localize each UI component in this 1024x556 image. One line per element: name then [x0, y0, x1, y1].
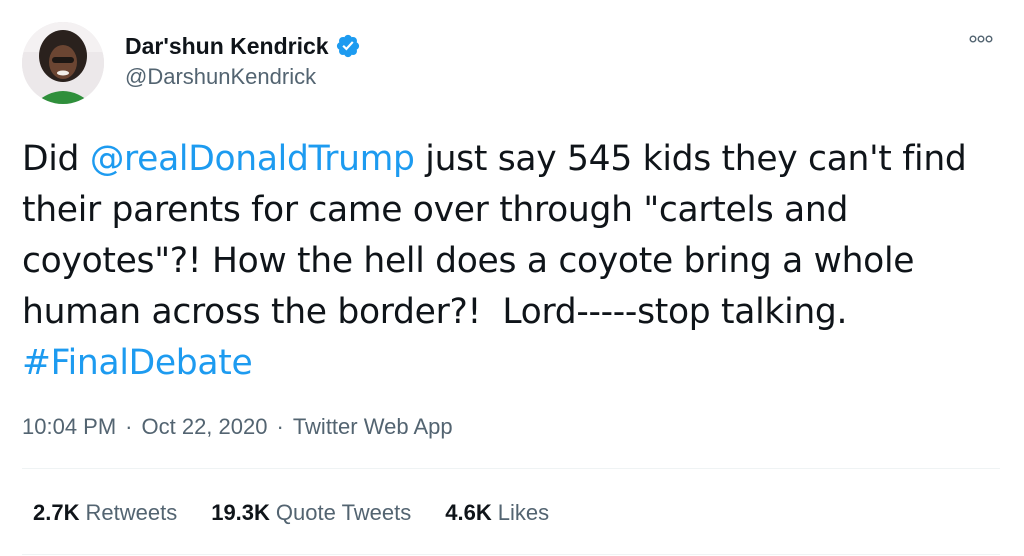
avatar-photo	[22, 22, 104, 104]
tweet-header: Dar'shun Kendrick @DarshunKendrick	[22, 22, 1000, 106]
more-icon[interactable]	[964, 26, 998, 52]
tweet-text-segment: Did	[22, 139, 90, 179]
tweet-date[interactable]: Oct 22, 2020	[142, 412, 268, 442]
mention-link[interactable]: @realDonaldTrump	[90, 139, 415, 179]
tweet-text: Did @realDonaldTrump just say 545 kids t…	[22, 134, 1000, 389]
meta-separator: ·	[276, 414, 284, 439]
likes-label: Likes	[497, 500, 550, 525]
retweets-count: 2.7K	[33, 500, 80, 525]
author-names: Dar'shun Kendrick @DarshunKendrick	[125, 32, 361, 92]
meta-separator: ·	[125, 414, 133, 439]
likes-count: 4.6K	[445, 500, 492, 525]
tweet-stats: 2.7K Retweets 19.3K Quote Tweets 4.6K Likes	[33, 498, 549, 528]
quote-tweets-label: Quote Tweets	[275, 500, 412, 525]
avatar[interactable]	[22, 22, 104, 104]
hashtag-link[interactable]: #FinalDebate	[22, 343, 253, 383]
divider	[22, 468, 1000, 469]
author-handle[interactable]: @DarshunKendrick	[125, 62, 361, 92]
tweet-meta: 10:04 PM · Oct 22, 2020 · Twitter Web Ap…	[22, 412, 453, 442]
tweet-time[interactable]: 10:04 PM	[22, 412, 116, 442]
retweets-stat[interactable]: 2.7K Retweets	[33, 498, 177, 528]
verified-badge-icon	[335, 33, 361, 59]
retweets-label: Retweets	[85, 500, 178, 525]
divider	[22, 554, 1000, 555]
tweet-source[interactable]: Twitter Web App	[293, 412, 453, 442]
tweet-card: Dar'shun Kendrick @DarshunKendrick Did @…	[0, 0, 1024, 556]
quote-tweets-stat[interactable]: 19.3K Quote Tweets	[211, 498, 411, 528]
display-name-row: Dar'shun Kendrick	[125, 32, 361, 60]
likes-stat[interactable]: 4.6K Likes	[445, 498, 549, 528]
display-name[interactable]: Dar'shun Kendrick	[125, 32, 329, 60]
quote-tweets-count: 19.3K	[211, 500, 270, 525]
